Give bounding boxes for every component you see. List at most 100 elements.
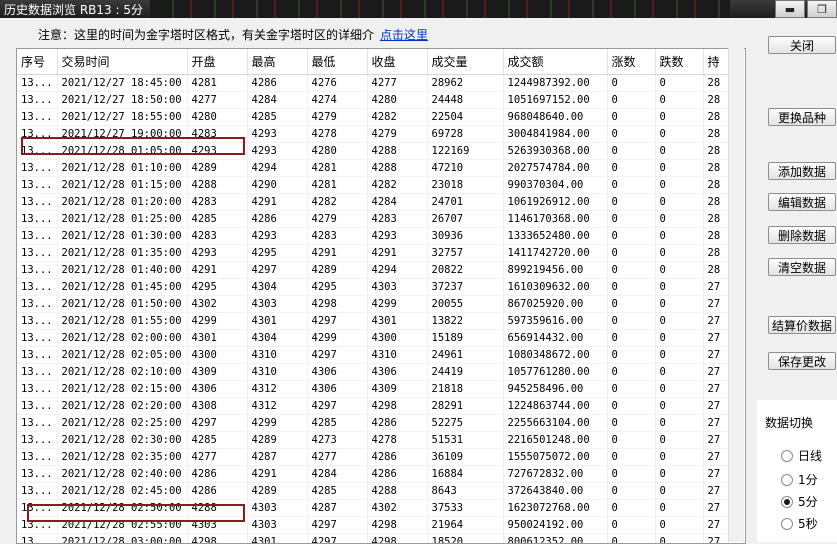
table-cell: 13... bbox=[17, 262, 57, 279]
table-cell: 22504 bbox=[427, 109, 503, 126]
column-header[interactable]: 开盘 bbox=[187, 49, 247, 75]
table-cell: 13... bbox=[17, 466, 57, 483]
table-row[interactable]: 13...2021/12/28 01:15:004288429042814282… bbox=[17, 177, 743, 194]
table-cell: 4301 bbox=[187, 330, 247, 347]
table-cell: 4288 bbox=[367, 160, 427, 177]
table-row[interactable]: 13...2021/12/27 18:50:004277428442744280… bbox=[17, 92, 743, 109]
column-header[interactable]: 收盘 bbox=[367, 49, 427, 75]
table-cell: 13... bbox=[17, 347, 57, 364]
table-row[interactable]: 13...2021/12/28 02:55:004303430342974298… bbox=[17, 517, 743, 534]
table-row[interactable]: 13...2021/12/28 02:25:004297429942854286… bbox=[17, 415, 743, 432]
close-button[interactable]: 关闭 bbox=[768, 36, 836, 54]
table-cell: 4286 bbox=[187, 483, 247, 500]
table-cell: 4286 bbox=[367, 415, 427, 432]
table-cell: 1146170368.00 bbox=[503, 211, 607, 228]
table-cell: 2021/12/27 18:55:00 bbox=[57, 109, 187, 126]
table-row[interactable]: 13...2021/12/28 02:00:004301430442994300… bbox=[17, 330, 743, 347]
table-cell: 2027574784.00 bbox=[503, 160, 607, 177]
column-header[interactable]: 涨数 bbox=[607, 49, 655, 75]
table-cell: 13... bbox=[17, 330, 57, 347]
column-header[interactable]: 跌数 bbox=[655, 49, 703, 75]
table-row[interactable]: 13...2021/12/28 02:45:004286428942854288… bbox=[17, 483, 743, 500]
vertical-scrollbar[interactable] bbox=[728, 48, 744, 542]
table-row[interactable]: 13...2021/12/28 02:30:004285428942734278… bbox=[17, 432, 743, 449]
edit-data-button[interactable]: 编辑数据 bbox=[768, 193, 836, 211]
table-row[interactable]: 13...2021/12/28 01:30:004283429342834293… bbox=[17, 228, 743, 245]
table-cell: 0 bbox=[655, 92, 703, 109]
column-header[interactable]: 序号 bbox=[17, 49, 57, 75]
click-here-link[interactable]: 点击这里 bbox=[380, 28, 428, 42]
change-symbol-button[interactable]: 更换品种 bbox=[768, 108, 836, 126]
table-cell: 4308 bbox=[187, 398, 247, 415]
table-row[interactable]: 13...2021/12/28 02:15:004306431243064309… bbox=[17, 381, 743, 398]
column-header[interactable]: 成交额 bbox=[503, 49, 607, 75]
radio-5sec[interactable]: 5秒 bbox=[781, 515, 818, 532]
radio-dot bbox=[781, 518, 793, 530]
table-cell: 4281 bbox=[307, 160, 367, 177]
table-row[interactable]: 13...2021/12/28 01:25:004285428642794283… bbox=[17, 211, 743, 228]
table-row[interactable]: 13...2021/12/28 02:05:004300431042974310… bbox=[17, 347, 743, 364]
table-cell: 372643840.00 bbox=[503, 483, 607, 500]
table-cell: 950024192.00 bbox=[503, 517, 607, 534]
save-changes-button[interactable]: 保存更改 bbox=[768, 352, 836, 370]
table-cell: 13... bbox=[17, 483, 57, 500]
table-row[interactable]: 13...2021/12/28 02:20:004308431242974298… bbox=[17, 398, 743, 415]
delete-data-button[interactable]: 删除数据 bbox=[768, 226, 836, 244]
table-cell: 3004841984.00 bbox=[503, 126, 607, 143]
table-cell: 4281 bbox=[307, 177, 367, 194]
table-cell: 0 bbox=[655, 483, 703, 500]
table-cell: 4291 bbox=[367, 245, 427, 262]
table-row[interactable]: 13...2021/12/28 01:35:004293429542914291… bbox=[17, 245, 743, 262]
maximize-icon[interactable]: ❐ bbox=[807, 0, 837, 18]
table-cell: 4299 bbox=[247, 415, 307, 432]
column-header[interactable]: 最高 bbox=[247, 49, 307, 75]
table-row[interactable]: 13...2021/12/28 02:35:004277428742774286… bbox=[17, 449, 743, 466]
table-row[interactable]: 13...2021/12/28 02:50:004288430342874302… bbox=[17, 500, 743, 517]
table-row[interactable]: 13...2021/12/28 02:40:004286429142844286… bbox=[17, 466, 743, 483]
table-cell: 0 bbox=[607, 211, 655, 228]
table-cell: 1623072768.00 bbox=[503, 500, 607, 517]
table-row[interactable]: 13...2021/12/28 01:05:004293429342804288… bbox=[17, 143, 743, 160]
table-row[interactable]: 13...2021/12/27 18:45:004281428642764277… bbox=[17, 75, 743, 92]
table-cell: 4281 bbox=[187, 75, 247, 92]
table-cell: 2021/12/27 18:45:00 bbox=[57, 75, 187, 92]
table-cell: 2021/12/28 01:25:00 bbox=[57, 211, 187, 228]
table-row[interactable]: 13...2021/12/27 19:00:004283429342784279… bbox=[17, 126, 743, 143]
table-cell: 4289 bbox=[187, 160, 247, 177]
table-cell: 0 bbox=[607, 432, 655, 449]
table-cell: 0 bbox=[655, 143, 703, 160]
data-grid[interactable]: 序号交易时间开盘最高最低收盘成交量成交额涨数跌数持 13...2021/12/2… bbox=[16, 48, 746, 544]
table-cell: 0 bbox=[607, 126, 655, 143]
table-row[interactable]: 13...2021/12/28 01:55:004299430142974301… bbox=[17, 313, 743, 330]
table-cell: 867025920.00 bbox=[503, 296, 607, 313]
table-cell: 20822 bbox=[427, 262, 503, 279]
table-cell: 13... bbox=[17, 534, 57, 544]
table-row[interactable]: 13...2021/12/28 03:00:004298430142974298… bbox=[17, 534, 743, 544]
table-cell: 13... bbox=[17, 500, 57, 517]
radio-daily[interactable]: 日线 bbox=[781, 447, 822, 464]
table-cell: 13... bbox=[17, 313, 57, 330]
add-data-button[interactable]: 添加数据 bbox=[768, 162, 836, 180]
minimize-icon[interactable]: ▬ bbox=[775, 0, 805, 18]
column-header[interactable]: 交易时间 bbox=[57, 49, 187, 75]
column-header[interactable]: 成交量 bbox=[427, 49, 503, 75]
table-row[interactable]: 13...2021/12/27 18:55:004280428542794282… bbox=[17, 109, 743, 126]
table-cell: 1610309632.00 bbox=[503, 279, 607, 296]
table-row[interactable]: 13...2021/12/28 01:10:004289429442814288… bbox=[17, 160, 743, 177]
table-cell: 899219456.00 bbox=[503, 262, 607, 279]
settlement-data-button[interactable]: 结算价数据 bbox=[768, 316, 836, 334]
table-row[interactable]: 13...2021/12/28 01:20:004283429142824284… bbox=[17, 194, 743, 211]
table-cell: 0 bbox=[607, 500, 655, 517]
table-row[interactable]: 13...2021/12/28 01:50:004302430342984299… bbox=[17, 296, 743, 313]
column-header[interactable]: 最低 bbox=[307, 49, 367, 75]
table-row[interactable]: 13...2021/12/28 01:40:004291429742894294… bbox=[17, 262, 743, 279]
table-cell: 4290 bbox=[247, 177, 307, 194]
table-cell: 24701 bbox=[427, 194, 503, 211]
clear-data-button[interactable]: 清空数据 bbox=[768, 258, 836, 276]
table-row[interactable]: 13...2021/12/28 02:10:004309431043064306… bbox=[17, 364, 743, 381]
table-cell: 13... bbox=[17, 364, 57, 381]
table-row[interactable]: 13...2021/12/28 01:45:004295430442954303… bbox=[17, 279, 743, 296]
table-cell: 4288 bbox=[367, 143, 427, 160]
radio-5min[interactable]: 5分 bbox=[781, 493, 818, 510]
radio-1min[interactable]: 1分 bbox=[781, 471, 818, 488]
